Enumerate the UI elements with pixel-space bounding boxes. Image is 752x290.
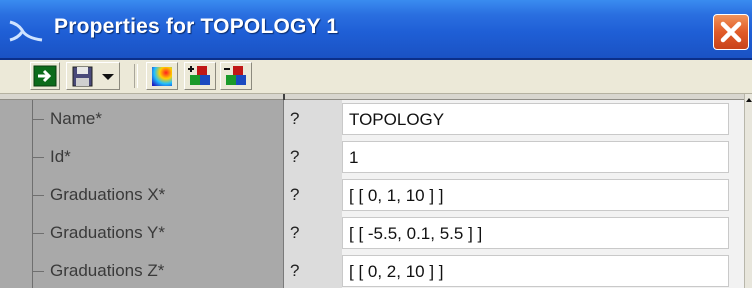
id-field[interactable]: 1 [342,141,729,173]
property-label: Graduations X* [50,185,166,204]
property-value: TOPOLOGY [349,110,445,129]
property-row-graduations-x: Graduations X* ? [ [ 0, 1, 10 ] ] [0,176,744,214]
color-map-button[interactable] [146,62,178,90]
name-field[interactable]: TOPOLOGY [342,103,729,135]
add-object-icon [188,66,210,85]
graduations-z-field[interactable]: [ [ 0, 2, 10 ] ] [342,255,729,287]
help-marker[interactable]: ? [290,109,299,129]
property-row-name: Name* ? TOPOLOGY [0,100,744,138]
help-marker[interactable]: ? [290,223,299,243]
close-icon [720,21,742,43]
graduations-y-field[interactable]: [ [ -5.5, 0.1, 5.5 ] ] [342,217,729,249]
tree-branch [32,157,44,158]
help-marker[interactable]: ? [290,185,299,205]
property-row-id: Id* ? 1 [0,138,744,176]
property-label: Graduations Z* [50,261,165,280]
property-label: Id* [50,147,71,166]
help-marker[interactable]: ? [290,147,299,167]
property-row-graduations-y: Graduations Y* ? [ [ -5.5, 0.1, 5.5 ] ] [0,214,744,252]
scroll-up-icon[interactable] [745,94,752,106]
tree-branch [32,271,44,272]
property-value: [ [ 0, 1, 10 ] ] [349,186,444,205]
property-label: Graduations Y* [50,223,165,242]
window-title: Properties for TOPOLOGY 1 [54,15,339,38]
app-logo-icon [9,20,43,42]
help-marker[interactable]: ? [290,261,299,281]
tree-branch [32,119,44,120]
vertical-scrollbar[interactable] [744,94,752,288]
apply-arrow-icon [33,65,57,87]
close-button[interactable] [713,14,749,50]
save-icon [72,66,93,87]
graduations-x-field[interactable]: [ [ 0, 1, 10 ] ] [342,179,729,211]
property-row-graduations-z: Graduations Z* ? [ [ 0, 2, 10 ] ] [0,252,744,290]
remove-object-icon [224,66,246,85]
property-value: [ [ -5.5, 0.1, 5.5 ] ] [349,224,483,243]
remove-object-button[interactable] [220,62,252,90]
property-value: 1 [349,148,359,167]
property-label: Name* [50,109,102,128]
dropdown-arrow-icon[interactable] [98,63,118,89]
color-map-icon [152,67,172,86]
tree-branch [32,233,44,234]
title-bar[interactable]: Properties for TOPOLOGY 1 [0,0,752,60]
property-value: [ [ 0, 2, 10 ] ] [349,262,444,281]
save-button[interactable] [66,62,120,90]
toolbar-separator [134,64,138,88]
tree-branch [32,195,44,196]
toolbar [0,60,752,94]
properties-window: Properties for TOPOLOGY 1 Name* ? TOPOLO… [0,0,752,288]
apply-button[interactable] [30,62,60,90]
add-object-button[interactable] [184,62,216,90]
